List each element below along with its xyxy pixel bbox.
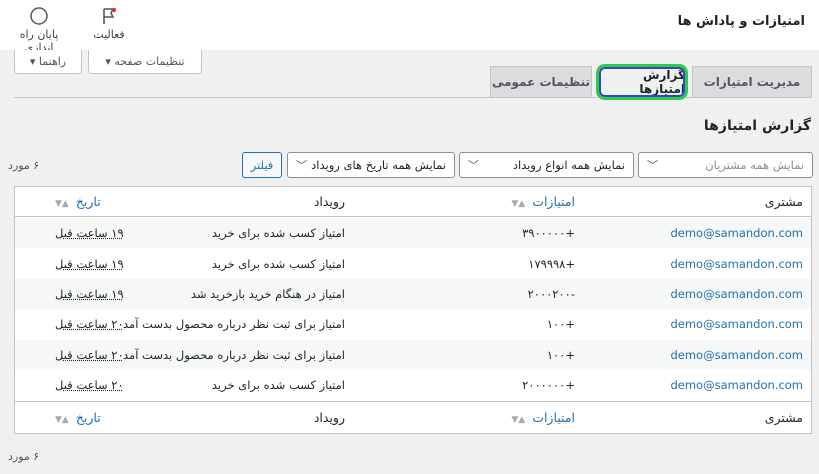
- column-date-sort[interactable]: تاریخ ▲▼: [55, 410, 101, 425]
- column-customer: مشتری: [764, 194, 803, 209]
- page-title: امتیازات و پاداش ها: [677, 14, 805, 29]
- event-date: ۲۰ ساعت قبل: [55, 347, 124, 362]
- column-event: رویداد: [313, 194, 345, 209]
- event-type-value: نمایش همه انواع رویداد: [512, 158, 625, 172]
- circle-icon: [30, 7, 48, 25]
- flag-icon: [103, 7, 117, 24]
- customer-link[interactable]: demo@samandon.com: [670, 226, 803, 240]
- event-date-select[interactable]: نمایش همه تاریخ های رویداد ﹀: [287, 152, 455, 178]
- event-date: ۱۹ ساعت قبل: [55, 226, 124, 241]
- customer-filter-placeholder: نمایش همه مشتریان: [705, 158, 804, 172]
- customer-link[interactable]: demo@samandon.com: [670, 287, 803, 301]
- column-date-sort[interactable]: تاریخ ▲▼: [55, 194, 101, 209]
- column-points-sort[interactable]: امتیازات ▲▼: [511, 410, 575, 425]
- table-header-row: مشتری امتیازات ▲▼ رویداد تاریخ ▲▼: [15, 187, 811, 217]
- sort-icon: ▲▼: [511, 415, 526, 425]
- sort-icon: ▲▼: [55, 415, 69, 425]
- tab-general-settings[interactable]: تنظیمات عمومی: [490, 66, 592, 98]
- event-date: ۱۹ ساعت قبل: [55, 256, 124, 271]
- chevron-down-icon: ﹀: [468, 159, 479, 172]
- points-value: +۱۷۹۹۹۸: [528, 256, 575, 271]
- sort-icon: ▲▼: [55, 199, 69, 209]
- table-footer-row: مشتری امتیازات ▲▼ رویداد تاریخ ▲▼: [15, 401, 811, 433]
- help-label: راهنما ▾: [29, 55, 67, 68]
- tab-manage-points[interactable]: مدیریت امتیازات: [692, 66, 812, 98]
- event-text: امتیاز کسب شده برای خرید: [211, 378, 345, 393]
- sort-icon: ▲▼: [511, 199, 526, 209]
- points-value: +۳۹۰۰۰۰۰: [522, 226, 575, 241]
- customer-link[interactable]: demo@samandon.com: [670, 378, 803, 392]
- event-date: ۲۰ ساعت قبل: [55, 378, 124, 393]
- customer-link[interactable]: demo@samandon.com: [670, 348, 803, 362]
- section-heading: گزارش امتیازها: [703, 118, 811, 134]
- column-customer: مشتری: [764, 410, 803, 425]
- customer-link[interactable]: demo@samandon.com: [670, 317, 803, 331]
- column-points-sort[interactable]: امتیازات ▲▼: [511, 194, 575, 209]
- points-value: -۲۰۰۰۲۰۰: [527, 286, 575, 301]
- event-date: ۲۰ ساعت قبل: [55, 317, 124, 332]
- event-date: ۱۹ ساعت قبل: [55, 286, 124, 301]
- activity-label: فعالیت: [93, 28, 125, 41]
- table-row: demo@samandon.com +۳۹۰۰۰۰۰ امتیاز کسب شد…: [15, 218, 811, 249]
- customer-link[interactable]: demo@samandon.com: [670, 257, 803, 271]
- event-text: امتیاز برای ثبت نظر درباره محصول بدست آم…: [123, 317, 345, 332]
- customer-filter-select[interactable]: نمایش همه مشتریان ﹀: [638, 152, 813, 178]
- filter-button[interactable]: فیلتر: [242, 152, 282, 178]
- table-row: demo@samandon.com +۲۰۰۰۰۰۰ امتیاز کسب شد…: [15, 370, 811, 400]
- activity-button[interactable]: فعالیت: [86, 6, 132, 41]
- top-bar: امتیازات و پاداش ها پایان راه اندازی فعا…: [0, 0, 819, 54]
- event-type-select[interactable]: نمایش همه انواع رویداد ﹀: [459, 152, 634, 178]
- table-row: demo@samandon.com -۲۰۰۰۲۰۰ امتیاز در هنگ…: [15, 278, 811, 310]
- table-row: demo@samandon.com +۱۰۰ امتیاز برای ثبت ن…: [15, 309, 811, 339]
- event-text: امتیاز برای ثبت نظر درباره محصول بدست آم…: [123, 347, 345, 362]
- points-value: +۲۰۰۰۰۰۰: [522, 378, 575, 393]
- screen-options-label: تنظیمات صفحه ▾: [105, 55, 185, 68]
- table-row: demo@samandon.com +۱۷۹۹۹۸ امتیاز کسب شده…: [15, 248, 811, 278]
- screen-options-button[interactable]: تنظیمات صفحه ▾: [88, 50, 202, 74]
- event-text: امتیاز کسب شده برای خرید: [211, 226, 345, 241]
- item-count-top: ۶ مورد: [8, 159, 40, 172]
- points-report-table: مشتری امتیازات ▲▼ رویداد تاریخ ▲▼ demo@s…: [14, 186, 812, 434]
- column-event: رویداد: [313, 410, 345, 425]
- event-text: امتیاز کسب شده برای خرید: [211, 256, 345, 271]
- event-date-value: نمایش همه تاریخ های رویداد: [311, 158, 446, 172]
- table-row: demo@samandon.com +۱۰۰ امتیاز برای ثبت ن…: [15, 339, 811, 370]
- chevron-down-icon: ﹀: [296, 159, 307, 172]
- event-text: امتیاز در هنگام خرید بازخرید شد: [190, 286, 345, 301]
- finish-setup-button[interactable]: پایان راه اندازی: [4, 6, 74, 54]
- tab-points-report[interactable]: گزارش امتیازها: [598, 66, 686, 98]
- chevron-down-icon: ﹀: [647, 159, 658, 172]
- help-button[interactable]: راهنما ▾: [14, 50, 82, 74]
- points-value: +۱۰۰: [546, 317, 575, 332]
- item-count-bottom: ۶ مورد: [8, 450, 40, 463]
- points-value: +۱۰۰: [546, 347, 575, 362]
